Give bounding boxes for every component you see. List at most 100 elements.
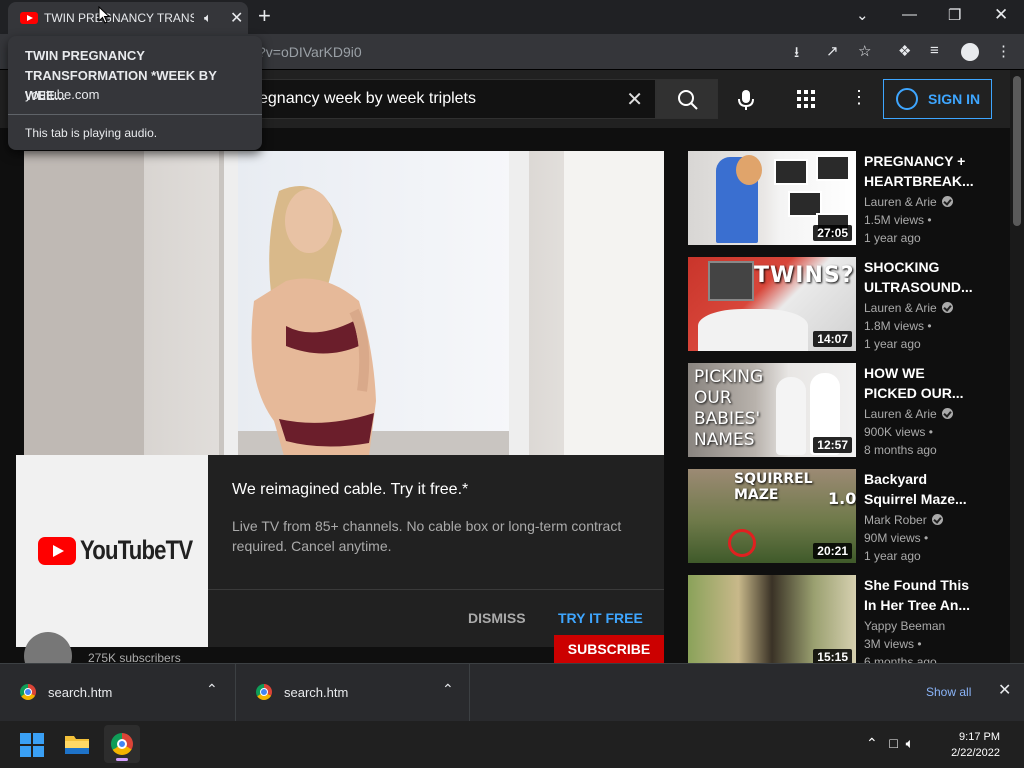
download-item[interactable]: search.htm ⌃ <box>0 664 236 722</box>
mouse-cursor-icon <box>98 6 110 24</box>
thumbnail-circle-highlight <box>728 529 756 557</box>
extensions-puzzle-icon[interactable]: ❖ <box>898 42 911 60</box>
channel-name[interactable]: Lauren & Arie <box>864 407 953 421</box>
recommendation-item[interactable]: PICKING OUR BABIES' NAMES 12:57 HOW WE P… <box>688 363 998 459</box>
speaker-icon[interactable]: 🔈︎ <box>204 10 212 26</box>
view-count: 90M views • <box>864 531 929 545</box>
youtube-favicon-icon <box>20 12 38 24</box>
video-thumbnail[interactable]: 15:15 <box>688 575 856 663</box>
settings-more-icon[interactable]: ⋮ <box>850 87 868 108</box>
recommendation-item[interactable]: TWINS?! 14:07 SHOCKING ULTRASOUND... Lau… <box>688 257 998 353</box>
view-count: 900K views • <box>864 425 933 439</box>
channel-name[interactable]: Mark Rober <box>864 513 943 527</box>
profile-avatar-icon[interactable] <box>961 43 979 61</box>
video-frame-image <box>24 151 664 456</box>
subscribe-button[interactable]: SUBSCRIBE <box>554 635 664 665</box>
file-explorer-icon[interactable] <box>64 733 90 755</box>
thumbnail-sheet <box>698 309 808 351</box>
media-control-icon[interactable]: ≡ <box>930 42 939 59</box>
apps-grid-icon[interactable] <box>797 90 815 108</box>
video-thumbnail[interactable]: TWINS?! 14:07 <box>688 257 856 351</box>
restore-button[interactable]: ❐ <box>948 6 961 24</box>
ad-logo-tile[interactable]: YouTubeTV <box>16 455 208 647</box>
channel-name-text: Yappy Beeman <box>864 619 946 633</box>
minimize-button[interactable]: — <box>902 6 917 23</box>
verified-badge-icon <box>931 514 943 525</box>
verified-badge-icon <box>941 196 953 207</box>
recommendation-item[interactable]: 15:15 She Found This In Her Tree An... Y… <box>688 575 998 663</box>
hover-card-audio-note: This tab is playing audio. <box>25 126 158 140</box>
sign-in-button[interactable]: SIGN IN <box>883 79 992 119</box>
thumbnail-figure-head <box>736 155 762 185</box>
account-circle-icon <box>896 88 918 110</box>
upload-age: 1 year ago <box>864 231 921 245</box>
search-button[interactable] <box>656 79 718 119</box>
thumbnail-overlay-line: BABIES' <box>694 409 761 429</box>
thumbnail-overlay-line: PICKING <box>694 367 764 387</box>
search-icon <box>678 90 698 110</box>
download-item[interactable]: search.htm ⌃ <box>236 664 470 722</box>
upload-age: 1 year ago <box>864 337 921 351</box>
channel-name[interactable]: Lauren & Arie <box>864 195 953 209</box>
browser-tab-strip: TWIN PREGNANCY TRANSFORMATION *WEEK BY W… <box>0 0 1024 34</box>
video-title[interactable]: Backyard Squirrel Maze... <box>864 469 972 509</box>
thumbnail-baby <box>776 377 806 455</box>
video-title[interactable]: She Found This In Her Tree An... <box>864 575 972 615</box>
tab-close-icon[interactable]: ✕ <box>230 8 243 28</box>
video-player[interactable] <box>24 151 664 456</box>
install-app-icon[interactable]: ⭳ <box>794 42 799 67</box>
channel-name[interactable]: Lauren & Arie <box>864 301 953 315</box>
microphone-icon[interactable] <box>735 88 757 112</box>
view-count: 1.8M views • <box>864 319 932 333</box>
upload-age: 6 months ago <box>864 655 937 663</box>
tab-search-chevron-icon[interactable]: ⌄ <box>856 6 869 24</box>
chevron-up-icon[interactable]: ⌃ <box>206 681 218 698</box>
address-bar-url[interactable]: ?v=oDIVarKD9i0 <box>258 44 362 60</box>
view-count: 3M views • <box>864 637 922 651</box>
channel-name[interactable]: Yappy Beeman <box>864 619 945 633</box>
browser-menu-icon[interactable]: ⋮ <box>996 42 1011 60</box>
bookmark-star-icon[interactable]: ☆ <box>858 42 871 60</box>
download-filename: search.htm <box>48 685 113 700</box>
sign-in-label: SIGN IN <box>928 91 981 107</box>
taskbar-clock[interactable]: 9:17 PM 2/22/2022 <box>940 729 1000 761</box>
thumbnail-overlay-line: 1.0 <box>828 489 856 508</box>
tab-hover-card: TWIN PREGNANCY TRANSFORMATION *WEEK BY W… <box>8 36 262 150</box>
system-tray-icons[interactable]: ⌃ □ 🔈︎ <box>866 735 914 752</box>
chevron-up-icon[interactable]: ⌃ <box>442 681 454 698</box>
ad-headline[interactable]: We reimagined cable. Try it free.* <box>232 481 468 499</box>
chrome-file-icon <box>20 684 36 700</box>
clear-search-icon[interactable]: ✕ <box>626 87 643 112</box>
browser-tab-active[interactable]: TWIN PREGNANCY TRANSFORMATION *WEEK BY W… <box>8 2 248 34</box>
video-title[interactable]: PREGNANCY + HEARTBREAK... <box>864 151 974 191</box>
page-scrollbar[interactable] <box>1010 70 1024 663</box>
video-title[interactable]: HOW WE PICKED OUR... <box>864 363 972 403</box>
promo-ad-panel: YouTubeTV We reimagined cable. Try it fr… <box>16 455 664 647</box>
clock-date: 2/22/2022 <box>951 747 1000 759</box>
search-box[interactable]: egnancy week by week triplets ✕ <box>230 79 656 119</box>
recommendation-item[interactable]: 27:05 PREGNANCY + HEARTBREAK... Lauren &… <box>688 151 998 247</box>
video-duration: 14:07 <box>813 331 852 347</box>
youtube-play-logo-icon <box>38 537 76 565</box>
view-count: 1.5M views • <box>864 213 932 227</box>
chrome-taskbar-button[interactable] <box>104 725 140 763</box>
new-tab-button[interactable]: + <box>258 3 271 29</box>
video-thumbnail[interactable]: PICKING OUR BABIES' NAMES 12:57 <box>688 363 856 457</box>
download-filename: search.htm <box>284 685 349 700</box>
video-thumbnail[interactable]: SQUIRREL MAZE 1.0 20:21 <box>688 469 856 563</box>
close-downloads-icon[interactable]: ✕ <box>998 680 1011 700</box>
video-duration: 20:21 <box>813 543 852 559</box>
try-it-free-button[interactable]: TRY IT FREE <box>558 610 643 626</box>
recommendation-item[interactable]: SQUIRREL MAZE 1.0 20:21 Backyard Squirre… <box>688 469 998 565</box>
dismiss-button[interactable]: DISMISS <box>468 610 526 626</box>
video-thumbnail[interactable]: 27:05 <box>688 151 856 245</box>
window-close-button[interactable]: ✕ <box>994 5 1008 25</box>
thumbnail-ultrasound-machine <box>708 261 754 301</box>
video-title[interactable]: SHOCKING ULTRASOUND... <box>864 257 973 297</box>
windows-start-icon[interactable] <box>20 733 44 757</box>
video-duration: 27:05 <box>813 225 852 241</box>
show-all-downloads-link[interactable]: Show all <box>926 685 971 699</box>
search-input[interactable]: egnancy week by week triplets <box>259 90 476 108</box>
share-icon[interactable]: ↗ <box>826 42 839 60</box>
scrollbar-thumb[interactable] <box>1013 76 1021 226</box>
